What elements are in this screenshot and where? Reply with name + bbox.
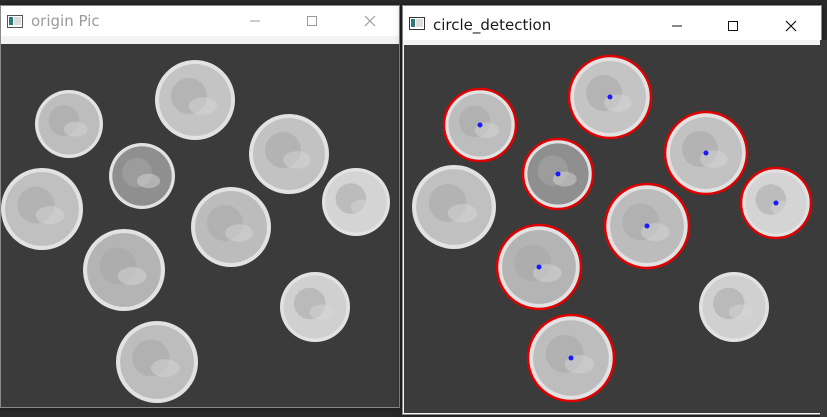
- coin: [116, 321, 198, 403]
- circle-center-dot: [568, 355, 574, 361]
- coin: [280, 272, 350, 342]
- minimize-button[interactable]: [654, 9, 700, 43]
- app-icon: [7, 15, 23, 28]
- circle-center-dot: [773, 200, 779, 206]
- circle-center-dot: [703, 150, 709, 156]
- coin: [35, 90, 103, 158]
- coin: [83, 229, 165, 311]
- minimize-icon: [250, 20, 260, 22]
- coin: [412, 165, 496, 249]
- coin: [155, 60, 235, 140]
- circle-center-dot: [644, 223, 650, 229]
- close-icon: [364, 15, 376, 27]
- maximize-icon: [307, 16, 317, 26]
- circle-center-dot: [555, 171, 561, 177]
- circle-center-dot: [536, 264, 542, 270]
- maximize-button[interactable]: [289, 6, 335, 36]
- coin: [699, 272, 769, 342]
- background-window-edge: [820, 40, 827, 417]
- close-icon: [785, 20, 797, 32]
- circle-detection-window[interactable]: circle_detection: [402, 5, 822, 415]
- minimize-icon: [672, 25, 682, 27]
- coin: [109, 143, 175, 209]
- origin-pic-window[interactable]: origin Pic: [0, 5, 400, 408]
- close-button[interactable]: [347, 6, 393, 36]
- maximize-icon: [728, 21, 738, 31]
- circle-detection-titlebar[interactable]: circle_detection: [403, 6, 821, 40]
- window-title: origin Pic: [31, 12, 100, 30]
- coin: [322, 168, 390, 236]
- coin: [191, 187, 271, 267]
- window-title: circle_detection: [433, 16, 552, 34]
- coin: [1, 168, 83, 250]
- app-icon: [409, 17, 425, 30]
- circle-center-dot: [607, 94, 613, 100]
- maximize-button[interactable]: [710, 9, 756, 43]
- minimize-button[interactable]: [232, 6, 278, 36]
- close-button[interactable]: [768, 9, 814, 43]
- circle-center-dot: [477, 122, 483, 128]
- origin-pic-titlebar[interactable]: origin Pic: [1, 6, 399, 36]
- origin-image-canvas: [1, 44, 399, 407]
- detection-image-canvas: [404, 45, 820, 413]
- coin: [249, 114, 329, 194]
